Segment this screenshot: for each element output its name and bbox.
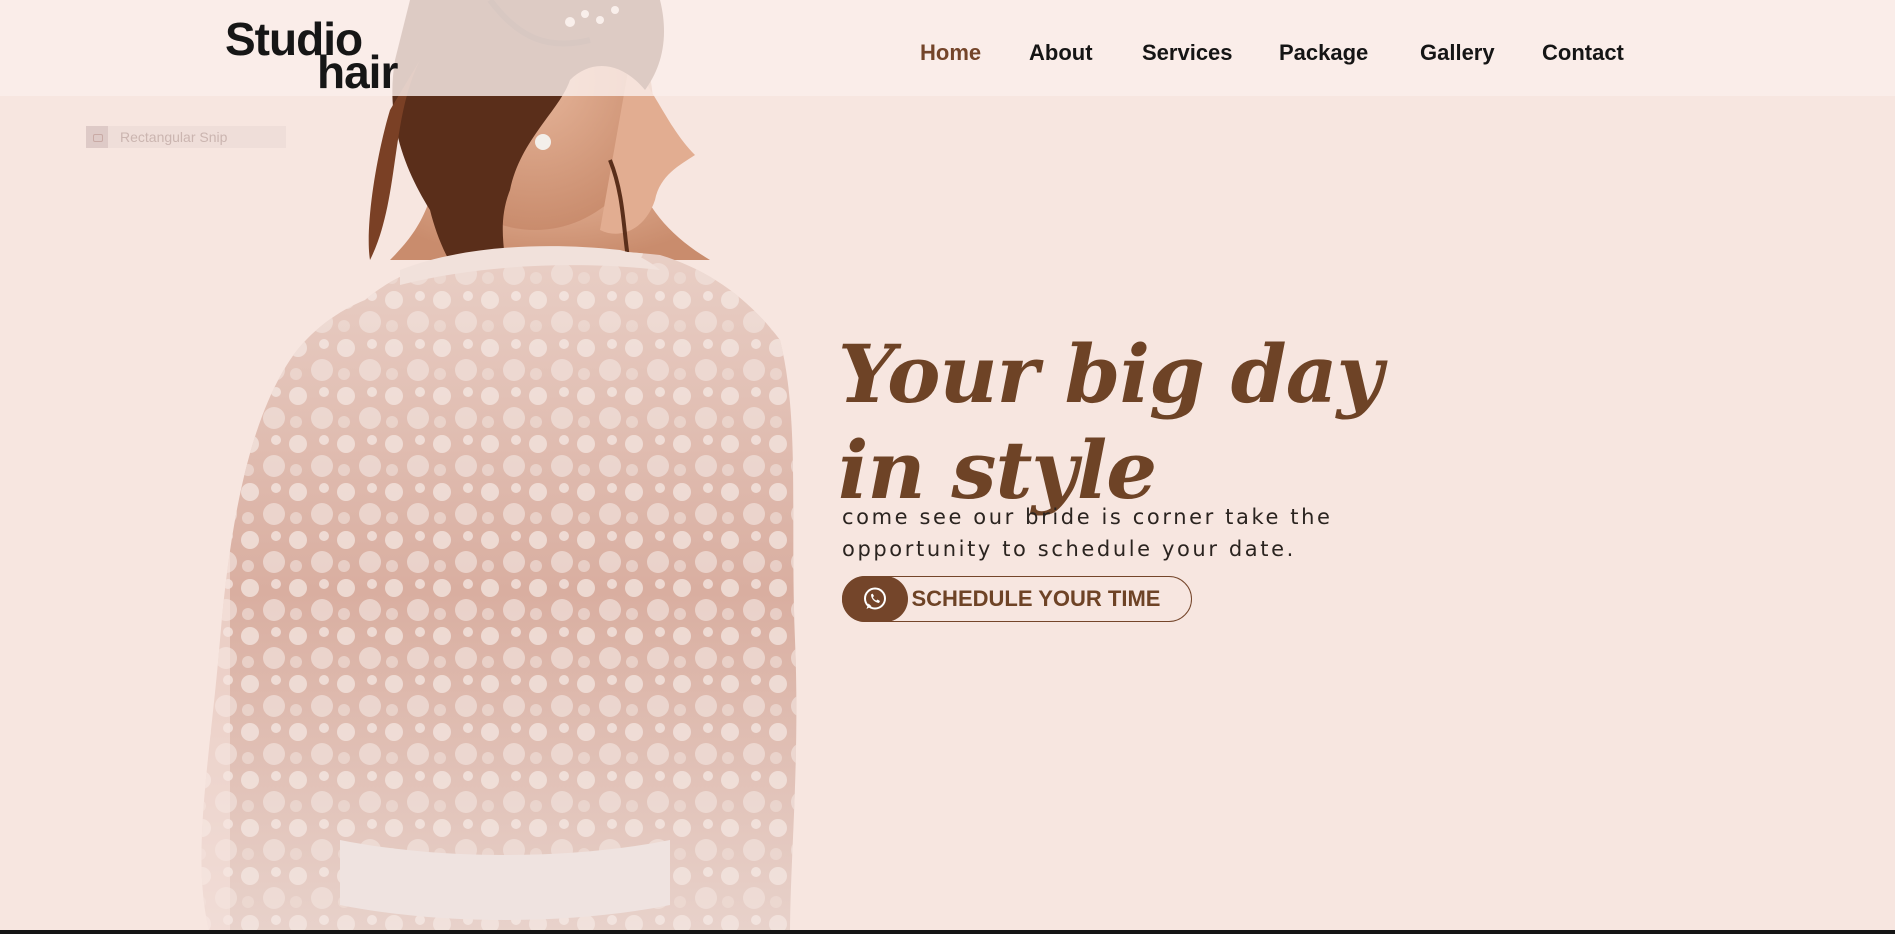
bottom-divider [0,930,1895,934]
site-header: Studio hair Home About Services Package … [0,0,1895,96]
whatsapp-icon [841,576,908,622]
snip-label: Rectangular Snip [120,129,228,145]
headline-line-1: Your big day [838,326,1383,421]
subtext-line-2: opportunity to schedule your date. [842,537,1296,561]
nav-about[interactable]: About [1029,40,1093,66]
nav-package[interactable]: Package [1279,40,1368,66]
snip-tool-overlay[interactable]: Rectangular Snip [86,126,286,148]
schedule-button-label: SCHEDULE YOUR TIME [911,586,1161,611]
main-nav: Home About Services Package Gallery Cont… [0,40,1895,70]
snip-icon [86,126,108,148]
nav-gallery[interactable]: Gallery [1420,40,1495,66]
subtext-line-1: come see our bride is corner take the [842,505,1333,529]
hero-headline: Your big day in style [838,326,1398,518]
nav-contact[interactable]: Contact [1542,40,1624,66]
nav-home[interactable]: Home [920,40,981,66]
hero-subtext: come see our bride is corner take the op… [842,501,1402,565]
schedule-button[interactable]: SCHEDULE YOUR TIME [841,576,1192,622]
nav-services[interactable]: Services [1142,40,1233,66]
